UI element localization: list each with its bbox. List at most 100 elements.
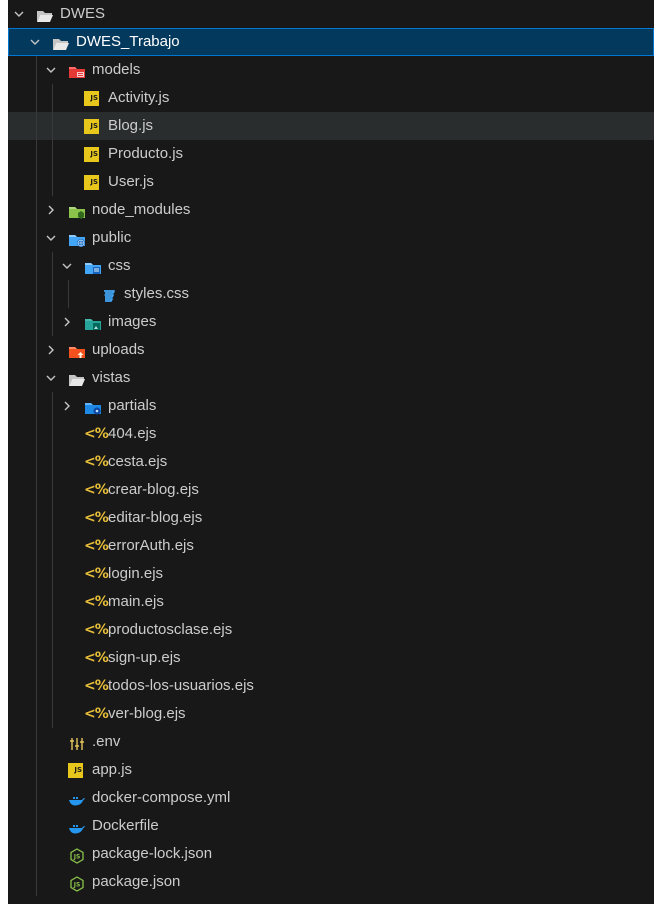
tree-item-label: main.ejs — [108, 593, 164, 610]
tree-file-errorauth-ejs[interactable]: <% errorAuth.ejs — [8, 532, 654, 560]
indent-guide — [36, 644, 37, 672]
tree-file-styles-css[interactable]: styles.css — [8, 280, 654, 308]
chevron-down-icon[interactable] — [46, 373, 56, 383]
tree-file-user-js[interactable]: JS User.js — [8, 168, 654, 196]
tree-item-label: Activity.js — [108, 89, 170, 106]
js-file-icon: JS — [68, 762, 86, 778]
tree-file-env[interactable]: .env — [8, 728, 654, 756]
indent-guide — [36, 336, 37, 364]
chevron-down-icon[interactable] — [46, 65, 56, 75]
indent-guide — [36, 56, 37, 84]
indent-guide — [36, 588, 37, 616]
chevron-right-icon[interactable] — [46, 345, 56, 355]
models-folder-icon — [68, 62, 86, 78]
docker-icon — [68, 790, 86, 806]
tree-file-package-lock-json[interactable]: JS package-lock.json — [8, 840, 654, 868]
js-file-icon: JS — [84, 118, 102, 134]
npm-json-icon: JS — [68, 874, 86, 892]
chevron-right-icon[interactable] — [62, 401, 72, 411]
indent-guide — [52, 560, 53, 588]
tree-item-label: DWES_Trabajo — [76, 33, 180, 50]
tree-item-label: app.js — [92, 761, 133, 778]
chevron-down-icon[interactable] — [14, 9, 24, 19]
indent-guide — [52, 476, 53, 504]
tree-folder-partials[interactable]: partials — [8, 392, 654, 420]
indent-guide — [36, 868, 37, 896]
tree-file-cesta-ejs[interactable]: <% cesta.ejs — [8, 448, 654, 476]
tree-file-app-js[interactable]: JS app.js — [8, 756, 654, 784]
indent-guide — [36, 308, 37, 336]
indent-guide — [36, 364, 37, 392]
tree-file-dockerfile[interactable]: Dockerfile — [8, 812, 654, 840]
js-file-icon: JS — [84, 90, 102, 106]
indent-guide — [52, 532, 53, 560]
tree-item-label: cesta.ejs — [108, 453, 168, 470]
chevron-down-icon[interactable] — [62, 261, 72, 271]
chevron-right-icon[interactable] — [62, 317, 72, 327]
tree-folder-models[interactable]: models — [8, 56, 654, 84]
indent-guide — [52, 420, 53, 448]
tree-file-editar-blog-ejs[interactable]: <% editar-blog.ejs — [8, 504, 654, 532]
svg-text:JS: JS — [73, 854, 81, 861]
ejs-file-icon: <% — [84, 538, 109, 554]
tree-file-login-ejs[interactable]: <% login.ejs — [8, 560, 654, 588]
tree-file-main-ejs[interactable]: <% main.ejs — [8, 588, 654, 616]
tree-folder-images[interactable]: images — [8, 308, 654, 336]
tree-file-sign-up-ejs[interactable]: <% sign-up.ejs — [8, 644, 654, 672]
indent-guide — [52, 588, 53, 616]
indent-guide — [36, 112, 37, 140]
tree-file-blog-js[interactable]: JS Blog.js — [8, 112, 654, 140]
tree-item-label: ver-blog.ejs — [108, 705, 186, 722]
docker-icon — [68, 818, 86, 834]
tree-file-ver-blog-ejs[interactable]: <% ver-blog.ejs — [8, 700, 654, 728]
tree-folder-vistas[interactable]: vistas — [8, 364, 654, 392]
tree-folder-dwes-trabajo[interactable]: DWES_Trabajo — [8, 28, 654, 56]
ejs-file-icon: <% — [84, 482, 109, 498]
indent-guide — [52, 280, 53, 308]
tree-folder-dwes[interactable]: DWES — [8, 0, 654, 28]
tree-item-label: Blog.js — [108, 117, 154, 134]
tree-item-label: editar-blog.ejs — [108, 509, 203, 526]
indent-guide — [36, 756, 37, 784]
indent-guide — [36, 616, 37, 644]
indent-guide — [52, 252, 53, 280]
folder-open-icon — [52, 34, 70, 50]
indent-guide — [52, 392, 53, 420]
tree-item-label: User.js — [108, 173, 154, 190]
chevron-right-icon[interactable] — [46, 205, 56, 215]
indent-guide — [36, 448, 37, 476]
tree-file-crear-blog-ejs[interactable]: <% crear-blog.ejs — [8, 476, 654, 504]
tree-item-label: styles.css — [124, 285, 190, 302]
tree-item-label: partials — [108, 397, 157, 414]
tree-file-docker-compose-yml[interactable]: docker-compose.yml — [8, 784, 654, 812]
tree-item-label: css — [108, 257, 131, 274]
tree-item-label: docker-compose.yml — [92, 789, 231, 806]
tree-item-label: DWES — [60, 5, 105, 22]
tree-item-label: public — [92, 229, 132, 246]
tree-item-label: images — [108, 313, 157, 330]
tree-item-label: .env — [92, 733, 121, 750]
indent-guide — [52, 672, 53, 700]
indent-guide — [36, 84, 37, 112]
ejs-file-icon: <% — [84, 510, 109, 526]
tree-folder-node-modules[interactable]: node_modules — [8, 196, 654, 224]
tree-file-todos-los-usuarios-ejs[interactable]: <% todos-los-usuarios.ejs — [8, 672, 654, 700]
css-file-icon — [100, 286, 118, 302]
tree-item-label: node_modules — [92, 201, 191, 218]
indent-guide — [36, 672, 37, 700]
tree-file-404-ejs[interactable]: <% 404.ejs — [8, 420, 654, 448]
tree-file-activity-js[interactable]: JS Activity.js — [8, 84, 654, 112]
chevron-down-icon[interactable] — [30, 37, 40, 47]
tree-item-label: sign-up.ejs — [108, 649, 181, 666]
tree-item-label: uploads — [92, 341, 145, 358]
ejs-file-icon: <% — [84, 650, 109, 666]
indent-guide — [36, 196, 37, 224]
indent-guide — [36, 476, 37, 504]
tree-file-productosclase-ejs[interactable]: <% productosclase.ejs — [8, 616, 654, 644]
tree-file-package-json[interactable]: JS package.json — [8, 868, 654, 896]
tree-folder-public[interactable]: public — [8, 224, 654, 252]
tree-file-producto-js[interactable]: JS Producto.js — [8, 140, 654, 168]
tree-folder-css[interactable]: css — [8, 252, 654, 280]
tree-folder-uploads[interactable]: uploads — [8, 336, 654, 364]
chevron-down-icon[interactable] — [46, 233, 56, 243]
